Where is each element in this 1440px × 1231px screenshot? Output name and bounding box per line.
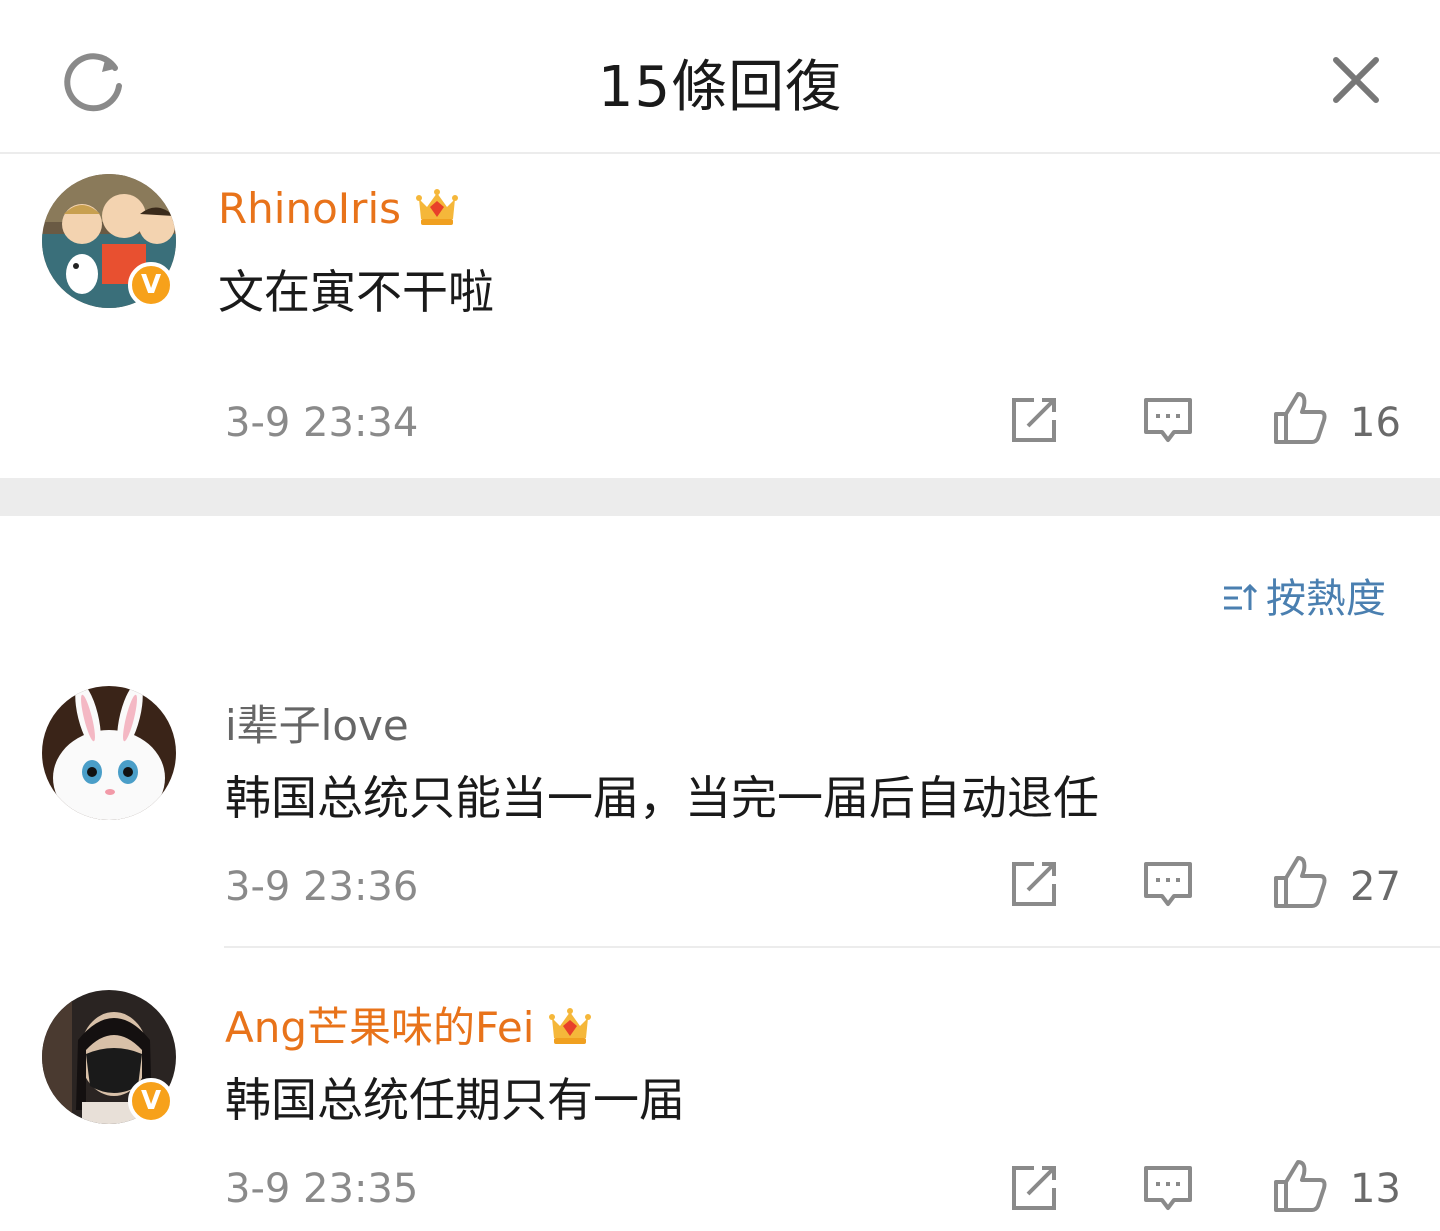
main-comment: V RhinoIris 文在寅不干啦 3-9 23:34 16 bbox=[0, 154, 1440, 478]
like-icon[interactable] bbox=[1272, 854, 1328, 910]
username[interactable]: Ang芒果味的Fei bbox=[225, 994, 592, 1055]
comment-icon[interactable] bbox=[1140, 392, 1196, 448]
row-divider bbox=[224, 946, 1440, 948]
section-divider bbox=[0, 478, 1440, 516]
comment-text: 文在寅不干啦 bbox=[218, 265, 494, 319]
like-icon[interactable] bbox=[1272, 390, 1328, 446]
comment-text: 韩国总统任期只有一届 bbox=[225, 1073, 685, 1127]
username[interactable]: i辈子love bbox=[225, 692, 409, 753]
username-text[interactable]: Ang芒果味的Fei bbox=[225, 1003, 534, 1052]
crown-badge-icon bbox=[549, 1008, 592, 1044]
share-icon[interactable] bbox=[1006, 856, 1062, 912]
share-icon[interactable] bbox=[1006, 392, 1062, 448]
reply-header: 15條回復 bbox=[0, 0, 1440, 154]
comment-icon[interactable] bbox=[1140, 1160, 1196, 1216]
reply-item: i辈子love 韩国总统只能当一届，当完一届后自动退任 3-9 23:36 27 bbox=[0, 686, 1440, 946]
like-count: 16 bbox=[1350, 400, 1401, 446]
username[interactable]: RhinoIris bbox=[218, 184, 459, 233]
close-icon[interactable] bbox=[1322, 46, 1390, 114]
like-count: 13 bbox=[1350, 1166, 1401, 1212]
timestamp: 3-9 23:35 bbox=[225, 1166, 419, 1212]
crown-badge-icon bbox=[416, 189, 458, 225]
username-text[interactable]: RhinoIris bbox=[218, 184, 401, 233]
like-icon[interactable] bbox=[1272, 1158, 1328, 1214]
sort-label[interactable]: 按熱度 bbox=[1266, 576, 1386, 622]
comment-text: 韩国总统只能当一届，当完一届后自动退任 bbox=[225, 771, 1099, 825]
reply-item: V Ang芒果味的Fei 韩国总统任期只有一届 3-9 23:35 13 bbox=[0, 990, 1440, 1231]
sort-button[interactable]: 按熱度 bbox=[1222, 566, 1386, 624]
page-title: 15條回復 bbox=[597, 55, 843, 120]
timestamp: 3-9 23:34 bbox=[225, 400, 419, 446]
like-count: 27 bbox=[1350, 864, 1401, 910]
share-icon[interactable] bbox=[1006, 1160, 1062, 1216]
verified-badge: V bbox=[128, 262, 174, 308]
comment-icon[interactable] bbox=[1140, 856, 1196, 912]
avatar[interactable] bbox=[42, 686, 176, 820]
timestamp: 3-9 23:36 bbox=[225, 864, 419, 910]
verified-badge: V bbox=[128, 1078, 174, 1124]
sort-icon bbox=[1224, 583, 1258, 610]
